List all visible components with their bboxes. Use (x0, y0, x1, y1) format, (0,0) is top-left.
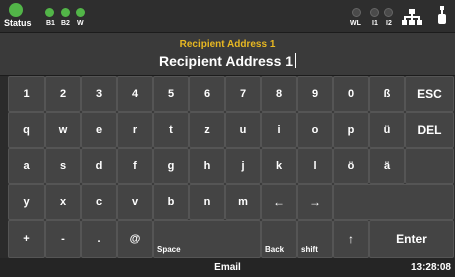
blank-key (333, 184, 454, 220)
right-arrow-key[interactable]: → (297, 184, 333, 220)
key-y[interactable]: y (8, 184, 45, 220)
key-oe[interactable]: ö (333, 148, 369, 184)
indicator-i1 (370, 8, 379, 17)
key-b[interactable]: b (153, 184, 189, 220)
indicator-b1-label: B1 (46, 20, 55, 27)
shift-key[interactable]: shift (297, 220, 333, 258)
key-x[interactable]: x (45, 184, 81, 220)
key-q[interactable]: q (8, 112, 45, 148)
key-ae[interactable]: ä (369, 148, 405, 184)
footer-bar: Email 13:28:08 (0, 258, 455, 277)
key-sz[interactable]: ß (369, 76, 405, 112)
esc-key[interactable]: ESC (405, 76, 454, 112)
enter-key[interactable]: Enter (369, 220, 454, 258)
input-area: Recipient Address 1 Recipient Address 1 (0, 32, 455, 76)
usb-icon (437, 6, 447, 31)
clock: 13:28:08 (410, 262, 451, 273)
screen-title: Email (214, 262, 241, 273)
key-o[interactable]: o (297, 112, 333, 148)
up-arrow-key[interactable]: ↑ (333, 220, 369, 258)
blank-key (405, 148, 454, 184)
key-z[interactable]: z (189, 112, 225, 148)
indicator-w-label: W (77, 20, 84, 27)
input-value-text: Recipient Address 1 (158, 53, 294, 69)
key-w[interactable]: w (45, 112, 81, 148)
key-p[interactable]: p (333, 112, 369, 148)
indicator-i2-label: I2 (386, 20, 392, 27)
key-j[interactable]: j (225, 148, 261, 184)
key-v[interactable]: v (117, 184, 153, 220)
key-d[interactable]: d (81, 148, 117, 184)
text-input[interactable]: Recipient Address 1 (0, 53, 455, 69)
key-t[interactable]: t (153, 112, 189, 148)
key-i[interactable]: i (261, 112, 297, 148)
left-arrow-key[interactable]: ← (261, 184, 297, 220)
key-minus[interactable]: - (45, 220, 81, 258)
key-u[interactable]: u (225, 112, 261, 148)
key-k[interactable]: k (261, 148, 297, 184)
indicator-wl-label: WL (350, 20, 361, 27)
key-ue[interactable]: ü (369, 112, 405, 148)
space-key[interactable]: Space (153, 220, 261, 258)
key-9[interactable]: 9 (297, 76, 333, 112)
key-3[interactable]: 3 (81, 76, 117, 112)
del-key[interactable]: DEL (405, 112, 454, 148)
key-r[interactable]: r (117, 112, 153, 148)
indicator-b1 (45, 8, 54, 17)
indicator-i1-label: I1 (372, 20, 378, 27)
indicator-w (76, 8, 85, 17)
key-0[interactable]: 0 (333, 76, 369, 112)
key-c[interactable]: c (81, 184, 117, 220)
key-6[interactable]: 6 (189, 76, 225, 112)
indicator-wl (352, 8, 361, 17)
key-5[interactable]: 5 (153, 76, 189, 112)
status-indicator (9, 3, 23, 17)
input-label: Recipient Address 1 (179, 39, 276, 50)
key-g[interactable]: g (153, 148, 189, 184)
back-key[interactable]: Back (261, 220, 297, 258)
key-n[interactable]: n (189, 184, 225, 220)
key-dot[interactable]: . (81, 220, 117, 258)
network-icon (402, 9, 422, 30)
key-1[interactable]: 1 (8, 76, 45, 112)
key-m[interactable]: m (225, 184, 261, 220)
key-plus[interactable]: + (8, 220, 45, 258)
key-a[interactable]: a (8, 148, 45, 184)
status-label: Status (4, 18, 32, 28)
key-l[interactable]: l (297, 148, 333, 184)
key-at[interactable]: @ (117, 220, 153, 258)
key-2[interactable]: 2 (45, 76, 81, 112)
on-screen-keyboard: 1 2 3 4 5 6 7 8 9 0 ß ESC q w e r t z u … (8, 76, 454, 258)
status-bar: Status B1 B2 W WL I1 I2 (0, 0, 455, 32)
indicator-i2 (384, 8, 393, 17)
key-f[interactable]: f (117, 148, 153, 184)
key-7[interactable]: 7 (225, 76, 261, 112)
indicator-b2-label: B2 (61, 20, 70, 27)
key-s[interactable]: s (45, 148, 81, 184)
indicator-b2 (61, 8, 70, 17)
key-h[interactable]: h (189, 148, 225, 184)
key-e[interactable]: e (81, 112, 117, 148)
key-4[interactable]: 4 (117, 76, 153, 112)
text-cursor (295, 53, 297, 68)
key-8[interactable]: 8 (261, 76, 297, 112)
